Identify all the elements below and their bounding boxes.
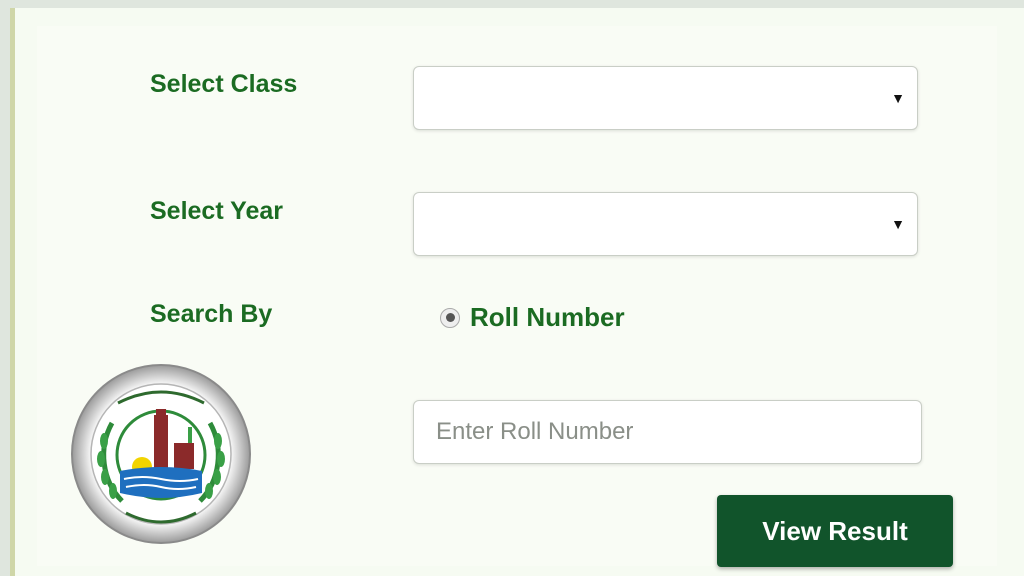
roll-number-radio[interactable] (440, 307, 460, 328)
chevron-down-icon: ▼ (891, 216, 905, 232)
view-result-button[interactable]: View Result (717, 495, 953, 567)
roll-number-radio-option[interactable]: Roll Number (440, 302, 625, 333)
search-by-label: Search By (150, 300, 273, 328)
select-year-dropdown[interactable]: ▼ (413, 192, 918, 256)
board-seal-logo (71, 364, 251, 544)
roll-number-radio-label: Roll Number (470, 302, 625, 332)
select-year-label: Select Year (150, 197, 283, 225)
chevron-down-icon: ▼ (891, 90, 905, 106)
roll-number-input[interactable] (413, 400, 922, 464)
select-class-label: Select Class (150, 70, 298, 98)
select-class-dropdown[interactable]: ▼ (413, 66, 918, 130)
radio-selected-dot (445, 313, 455, 322)
